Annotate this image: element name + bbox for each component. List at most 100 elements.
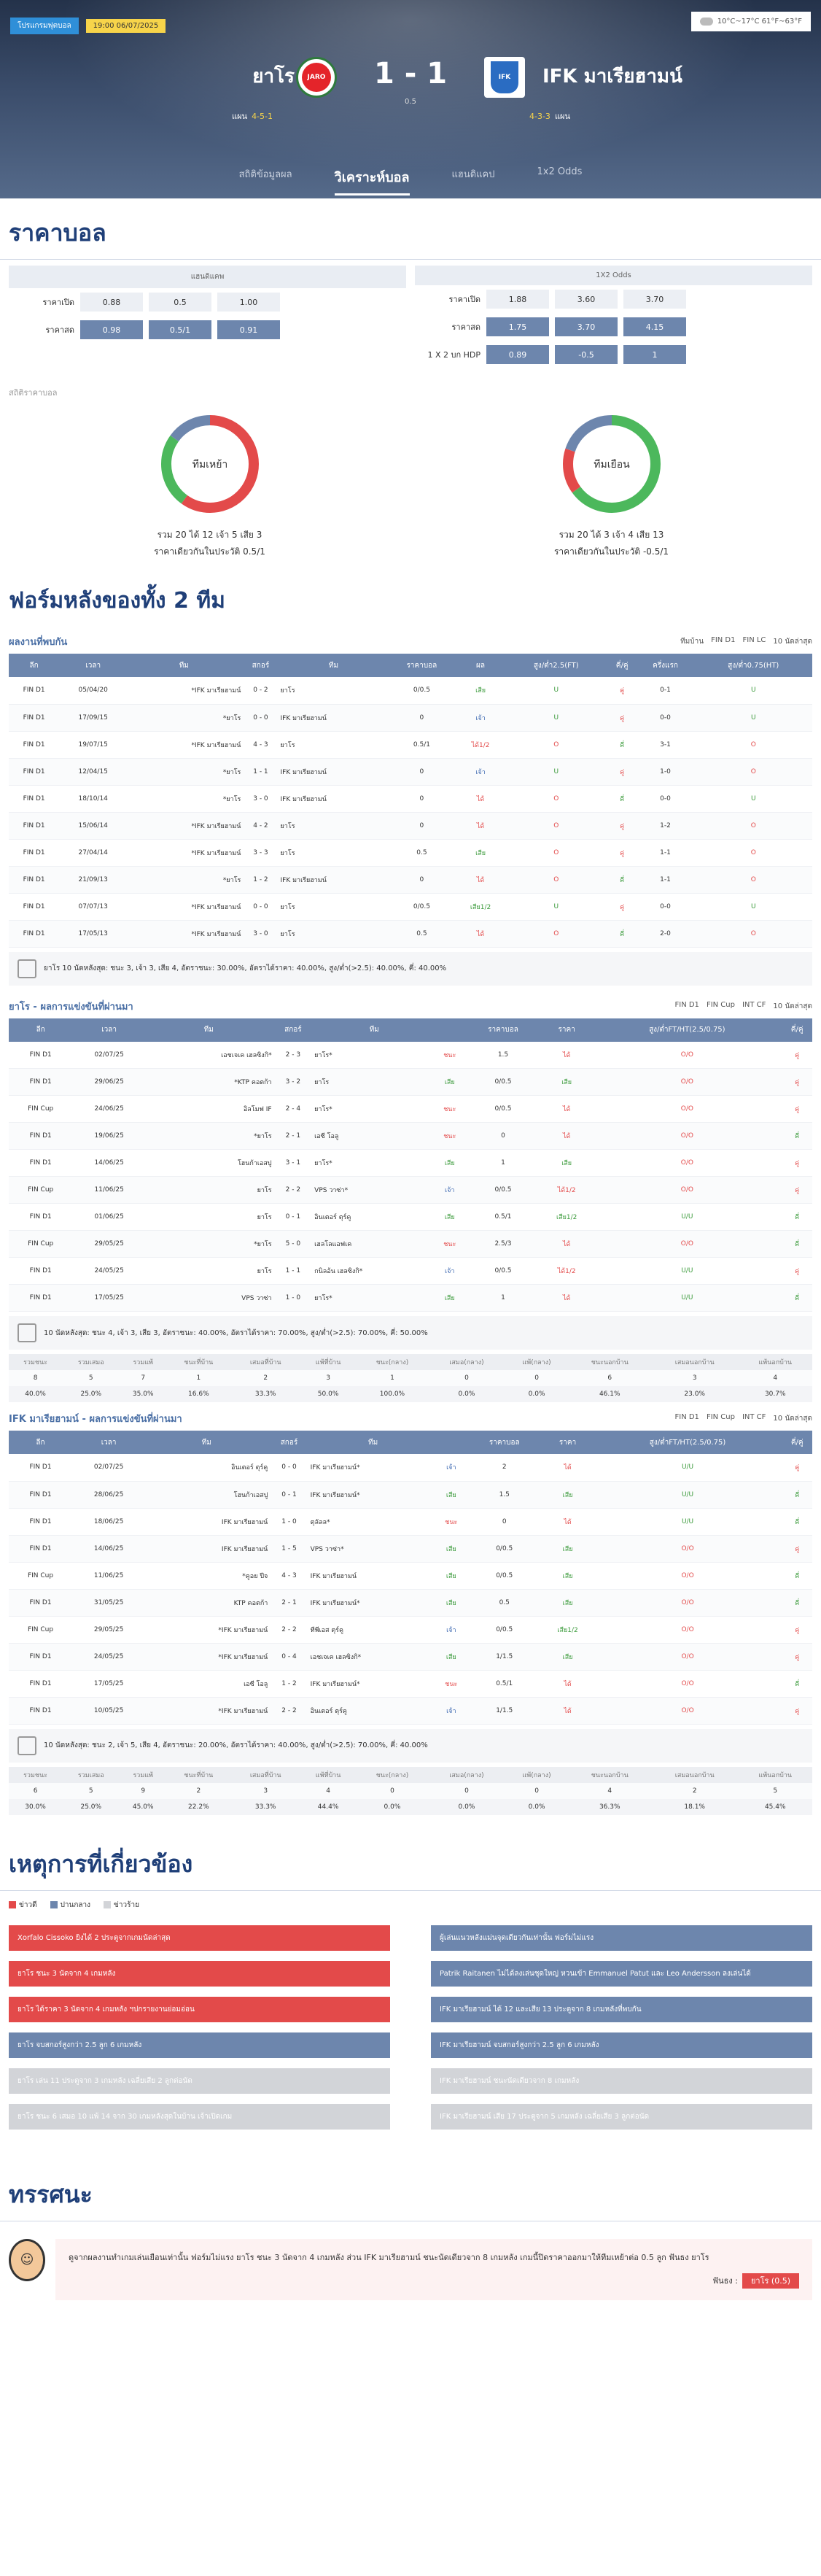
table-row[interactable]: FIN D1 05/04/20 *IFK มาเรียฮามน์ 0 - 2 ยาโร 0…: [9, 677, 812, 705]
table-cell[interactable]: ยาโร: [145, 1257, 272, 1285]
table-cell[interactable]: IFK มาเรียฮามน์: [145, 1508, 268, 1536]
table-cell[interactable]: IFK มาเรียฮามน์*: [310, 1481, 436, 1509]
table-cell[interactable]: *IFK มาเรียฮามน์: [145, 1616, 268, 1644]
table-cell[interactable]: IFK มาเรียฮามน์: [280, 866, 387, 894]
table-cell[interactable]: VPS วาซ่า*: [314, 1176, 435, 1204]
table-cell[interactable]: เอชเจเค เฮลซิงกิ*: [145, 1041, 272, 1069]
filter-fin-d1[interactable]: FIN D1: [675, 1001, 699, 1012]
table-cell[interactable]: *IFK มาเรียฮามน์: [127, 920, 241, 948]
table-cell[interactable]: อินเตอร์ ตุร์คู: [145, 1454, 268, 1482]
table-cell[interactable]: VPS วาซ่า*: [310, 1535, 436, 1563]
table-cell[interactable]: ยาโร*: [314, 1149, 435, 1177]
table-cell[interactable]: *IFK มาเรียฮามน์: [127, 812, 241, 840]
table-cell[interactable]: ยาโร: [145, 1176, 272, 1204]
table-row[interactable]: FIN Cup 29/05/25 *IFK มาเรียฮามน์ 2 - 2 ทีพี…: [9, 1616, 812, 1644]
table-row[interactable]: FIN D1 15/06/14 *IFK มาเรียฮามน์ 4 - 2 ยาโร 0…: [9, 812, 812, 840]
table-row[interactable]: FIN D1 28/06/25 โฮนก้าเอสปู 0 - 1 IFK มาเรีย…: [9, 1481, 812, 1509]
filter-last-10[interactable]: 10 นัดล่าสุด: [773, 1413, 812, 1424]
table-row[interactable]: FIN D1 07/07/13 *IFK มาเรียฮามน์ 0 - 0 ยาโร 0…: [9, 893, 812, 921]
table-cell[interactable]: ยาโร*: [314, 1041, 435, 1069]
tab-analysis[interactable]: วิเคราะห์บอล: [334, 166, 410, 196]
table-cell[interactable]: ทีพีเอส ตุร์คู: [310, 1616, 436, 1644]
tab-1x2-odds[interactable]: 1x2 Odds: [537, 166, 583, 196]
table-row[interactable]: FIN D1 29/06/25 *KTP คอตก้า 3 - 2 ยาโร เสีย 0/…: [9, 1068, 812, 1096]
table-cell[interactable]: *คูอย ปีจ: [145, 1562, 268, 1590]
league-badge[interactable]: โปรแกรมฟุตบอล: [10, 18, 79, 34]
table-cell[interactable]: *ยาโร: [127, 704, 241, 732]
table-row[interactable]: FIN D1 12/04/15 *ยาโร 1 - 1 IFK มาเรียฮามน์ 0…: [9, 758, 812, 786]
filter-fin-lc[interactable]: FIN LC: [743, 636, 766, 647]
filter-fin-d1[interactable]: FIN D1: [675, 1413, 699, 1424]
table-cell[interactable]: ยาโร: [280, 920, 387, 948]
table-cell[interactable]: IFK มาเรียฮามน์*: [310, 1454, 436, 1482]
table-cell[interactable]: ยาโร: [314, 1068, 435, 1096]
table-cell[interactable]: IFK มาเรียฮามน์: [280, 704, 387, 732]
table-row[interactable]: FIN D1 24/05/25 ยาโร 1 - 1 กนิลอ้น เฮลซิงกิ*…: [9, 1257, 812, 1285]
table-cell[interactable]: ยาโร: [280, 893, 387, 921]
table-cell[interactable]: อินเตอร์ ตุร์คู: [310, 1697, 436, 1725]
table-cell[interactable]: กนิลอ้น เฮลซิงกิ*: [314, 1257, 435, 1285]
table-row[interactable]: FIN D1 14/06/25 โฮนก้าเอสปู 3 - 1 ยาโร* เสีย 1…: [9, 1149, 812, 1177]
table-row[interactable]: FIN D1 19/06/25 *ยาโร 2 - 1 เอซี โอลู ชนะ 0 ได้…: [9, 1122, 812, 1150]
tab-stats[interactable]: สถิติข้อมูลผล: [239, 166, 292, 196]
table-cell[interactable]: อินเตอร์ ตุร์คู: [314, 1203, 435, 1231]
table-row[interactable]: FIN Cup 11/06/25 ยาโร 2 - 2 VPS วาซ่า* เจ้า 0/…: [9, 1176, 812, 1204]
table-row[interactable]: FIN D1 17/05/13 *IFK มาเรียฮามน์ 3 - 0 ยาโร 0…: [9, 920, 812, 948]
table-cell[interactable]: IFK มาเรียฮามน์: [145, 1535, 268, 1563]
filter-fin-d1[interactable]: FIN D1: [711, 636, 735, 647]
table-cell[interactable]: เฮลโลแอฟเค: [314, 1230, 435, 1258]
table-cell[interactable]: ยาโร*: [314, 1095, 435, 1123]
table-cell[interactable]: *IFK มาเรียฮามน์: [145, 1643, 268, 1671]
table-cell[interactable]: เอชเจเค เฮลซิงกิ*: [310, 1643, 436, 1671]
table-cell[interactable]: ยาโร: [145, 1203, 272, 1231]
table-cell[interactable]: ยาโร: [280, 731, 387, 759]
table-row[interactable]: FIN D1 01/06/25 ยาโร 0 - 1 อินเตอร์ ตุร์คู เส…: [9, 1203, 812, 1231]
filter-int-cf[interactable]: INT CF: [742, 1001, 766, 1012]
table-row[interactable]: FIN D1 10/05/25 *IFK มาเรียฮามน์ 2 - 2 อินเต…: [9, 1697, 812, 1725]
table-cell[interactable]: *IFK มาเรียฮามน์: [127, 731, 241, 759]
table-cell[interactable]: โฮนก้าเอสปู: [145, 1481, 268, 1509]
table-cell[interactable]: ยาโร: [280, 677, 387, 705]
table-cell[interactable]: *ยาโร: [127, 785, 241, 813]
table-cell[interactable]: VPS วาซ่า: [145, 1284, 272, 1312]
table-row[interactable]: FIN D1 31/05/25 KTP คอตก้า 2 - 1 IFK มาเรียฮ…: [9, 1589, 812, 1617]
table-cell[interactable]: *ยาโร: [127, 758, 241, 786]
table-cell[interactable]: *KTP คอตก้า: [145, 1068, 272, 1096]
table-cell[interactable]: เอซี โอลู: [314, 1122, 435, 1150]
table-row[interactable]: FIN D1 17/05/25 VPS วาซ่า 1 - 0 ยาโร* เสีย 1 ได…: [9, 1284, 812, 1312]
table-cell[interactable]: ตุลัลล*: [310, 1508, 436, 1536]
table-cell[interactable]: *ยาโร: [127, 866, 241, 894]
table-cell[interactable]: *IFK มาเรียฮามน์: [127, 677, 241, 705]
table-cell[interactable]: IFK มาเรียฮามน์: [280, 785, 387, 813]
filter-int-cf[interactable]: INT CF: [742, 1413, 766, 1424]
table-row[interactable]: FIN D1 14/06/25 IFK มาเรียฮามน์ 1 - 5 VPS วา…: [9, 1535, 812, 1563]
tab-handicap[interactable]: แฮนดิแคป: [452, 166, 495, 196]
table-cell[interactable]: *ยาโร: [145, 1122, 272, 1150]
table-row[interactable]: FIN D1 18/06/25 IFK มาเรียฮามน์ 1 - 0 ตุลัลล…: [9, 1508, 812, 1536]
table-cell[interactable]: IFK มาเรียฮามน์: [310, 1562, 436, 1590]
table-cell[interactable]: IFK มาเรียฮามน์: [280, 758, 387, 786]
table-cell[interactable]: อิลโมฟ IF: [145, 1095, 272, 1123]
filter-last-10[interactable]: 10 นัดล่าสุด: [773, 636, 812, 647]
away-team-name[interactable]: IFK มาเรียฮามน์: [542, 61, 682, 91]
filter-home[interactable]: ทีมบ้าน: [680, 636, 704, 647]
table-row[interactable]: FIN Cup 24/06/25 อิลโมฟ IF 2 - 4 ยาโร* ชนะ 0/0…: [9, 1095, 812, 1123]
table-row[interactable]: FIN D1 21/09/13 *ยาโร 1 - 2 IFK มาเรียฮามน์ 0…: [9, 866, 812, 894]
table-cell[interactable]: IFK มาเรียฮามน์*: [310, 1670, 436, 1698]
table-row[interactable]: FIN D1 17/09/15 *ยาโร 0 - 0 IFK มาเรียฮามน์ 0…: [9, 704, 812, 732]
table-cell[interactable]: *ยาโร: [145, 1230, 272, 1258]
table-cell[interactable]: *IFK มาเรียฮามน์: [127, 839, 241, 867]
table-row[interactable]: FIN D1 02/07/25 เอชเจเค เฮลซิงกิ* 2 - 3 ยาโร…: [9, 1041, 812, 1069]
table-cell[interactable]: โฮนก้าเอสปู: [145, 1149, 272, 1177]
filter-fin-cup[interactable]: FIN Cup: [707, 1001, 735, 1012]
table-row[interactable]: FIN D1 02/07/25 อินเตอร์ ตุร์คู 0 - 0 IFK มา…: [9, 1454, 812, 1482]
table-cell[interactable]: *IFK มาเรียฮามน์: [127, 893, 241, 921]
home-team-name[interactable]: ยาโร: [252, 61, 295, 91]
table-cell[interactable]: ยาโร: [280, 839, 387, 867]
table-row[interactable]: FIN D1 19/07/15 *IFK มาเรียฮามน์ 4 - 3 ยาโร 0…: [9, 731, 812, 759]
table-row[interactable]: FIN D1 17/05/25 เอซี โอลู 1 - 2 IFK มาเรียฮา…: [9, 1670, 812, 1698]
table-row[interactable]: FIN D1 18/10/14 *ยาโร 3 - 0 IFK มาเรียฮามน์ 0…: [9, 785, 812, 813]
filter-fin-cup[interactable]: FIN Cup: [707, 1413, 735, 1424]
table-row[interactable]: FIN D1 24/05/25 *IFK มาเรียฮามน์ 0 - 4 เอชเจ…: [9, 1643, 812, 1671]
table-cell[interactable]: ยาโร: [280, 812, 387, 840]
